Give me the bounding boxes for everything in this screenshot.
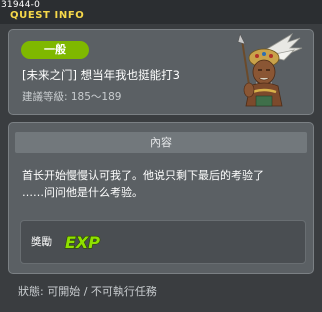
quest-description-line-1: 首长开始慢慢认可我了。他说只剩下最后的考验了	[22, 169, 264, 182]
reward-box: 獎勵 EXP	[20, 220, 306, 264]
quest-name: [未来之门] 想当年我也挺能打3	[22, 68, 180, 82]
npc-tribal-chief-portrait	[222, 30, 304, 110]
quest-info-window: 31944-0 QUEST INFO 一般 [未来之门] 想当年我也挺能打3 建…	[0, 0, 322, 312]
quest-content-panel: 內容 首长开始慢慢认可我了。他说只剩下最后的考验了 ……问问他是什么考验。 獎勵…	[8, 122, 314, 274]
quest-status: 狀態: 可開始 / 不可執行任務	[18, 285, 157, 298]
quest-level-requirement: 建議等級: 185～189	[22, 91, 122, 103]
content-header: 內容	[15, 132, 307, 153]
title-bar[interactable]: 31944-0 QUEST INFO	[0, 0, 322, 24]
window-title: QUEST INFO	[10, 10, 85, 21]
reward-label: 獎勵	[31, 236, 52, 248]
quest-id: 31944-0	[1, 0, 41, 10]
quest-category-badge: 一般	[21, 41, 89, 59]
exp-reward-text: EXP	[65, 233, 100, 252]
exp-reward-icon[interactable]: EXP	[63, 231, 107, 257]
quest-description-line-2: ……问问他是什么考验。	[22, 186, 143, 199]
